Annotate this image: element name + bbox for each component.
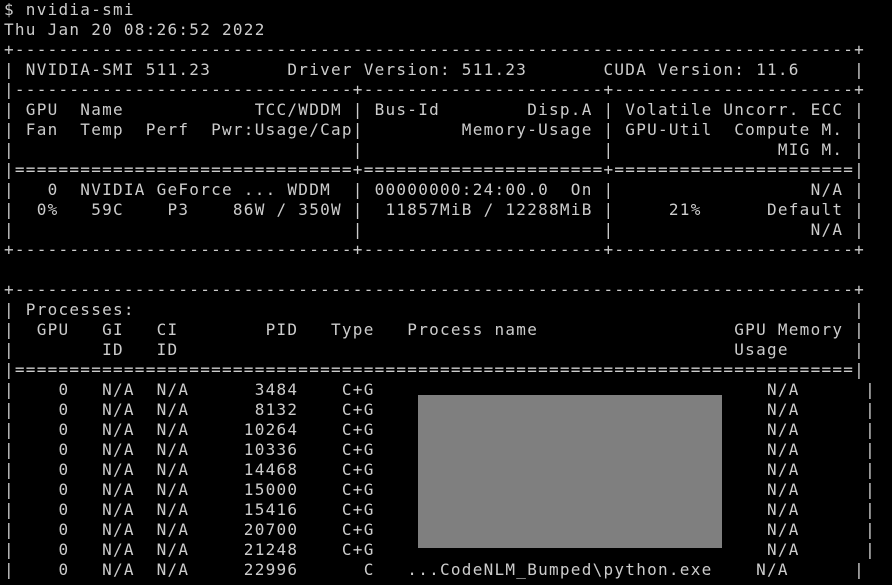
terminal-window[interactable]: $ nvidia-smi Thu Jan 20 08:26:52 2022 +-… [0,0,892,585]
gpu-header-row: | GPU Name TCC/WDDM | Bus-Id Disp.A | Vo… [4,100,866,119]
table-separator: |===============================+=======… [4,160,866,179]
process-header-row: | GPU GI CI PID Type Process name GPU Me… [4,320,866,339]
timestamp: Thu Jan 20 08:26:52 2022 [4,20,266,39]
redaction-box [418,395,722,548]
table-separator: |=======================================… [4,360,866,379]
gpu-header-row: | Fan Temp Perf Pwr:Usage/Cap| Memory-Us… [4,120,866,139]
gpu-info-row: | 0% 59C P3 86W / 350W | 11857MiB / 1228… [4,200,866,219]
process-row: | 0 N/A N/A 22996 C ...CodeNLM_Bumped\py… [4,560,866,579]
gpu-info-row: | 0 NVIDIA GeForce ... WDDM | 00000000:2… [4,180,866,199]
processes-title: | Processes: | [4,300,866,319]
version-row: | NVIDIA-SMI 511.23 Driver Version: 511.… [4,60,866,79]
table-border: |-------------------------------+-------… [4,80,866,99]
table-border: +-------------------------------+-------… [4,240,866,259]
gpu-header-row: | | | MIG M. | [4,140,866,159]
process-header-row: | ID ID Usage | [4,340,866,359]
table-border: +---------------------------------------… [4,280,866,299]
command-prompt: $ nvidia-smi [4,0,135,19]
table-border: +---------------------------------------… [4,40,866,59]
gpu-info-row: | | | N/A | [4,220,866,239]
